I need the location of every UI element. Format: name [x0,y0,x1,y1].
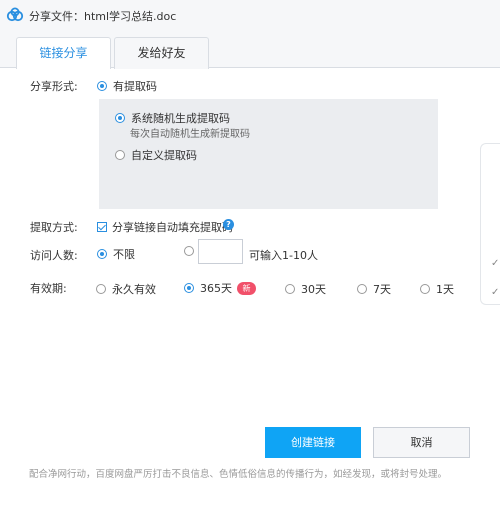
validity-1-label: 1天 [436,283,454,296]
validity-permanent-radio[interactable]: 永久有效 [96,281,156,297]
cancel-button[interactable]: 取消 [373,427,470,458]
visitors-unlimited-label: 不限 [113,248,135,261]
radio-indicator [420,284,430,294]
radio-indicator [97,249,107,259]
visitors-label: 访问人数: [30,249,78,262]
checkbox-indicator [97,222,107,232]
random-code-description: 每次自动随机生成新提取码 [130,129,250,140]
validity-7-label: 7天 [373,283,391,296]
validity-7-radio[interactable]: 7天 [357,281,391,297]
validity-label: 有效期: [30,282,67,295]
radio-indicator [357,284,367,294]
random-code-label: 系统随机生成提取码 [131,112,230,125]
autofill-code-label: 分享链接自动填充提取码 [112,221,233,234]
visitor-count-hint: 可输入1-10人 [249,249,318,262]
check-icon: ✓ [491,287,500,298]
tab-bar: 链接分享 发给好友 [0,30,500,69]
share-form-label: 分享形式: [30,80,78,93]
baidu-netdisk-logo-icon [6,7,24,22]
tab-send-to-friend[interactable]: 发给好友 [114,37,209,69]
radio-indicator [184,283,194,293]
footer-notice: 配合净网行动，百度网盘严厉打击不良信息、色情低俗信息的传播行为，如经发现，或将封… [29,469,448,480]
side-panel [480,143,500,305]
with-extract-code-label: 有提取码 [113,80,157,93]
custom-code-label: 自定义提取码 [131,149,197,162]
validity-permanent-label: 永久有效 [112,283,156,296]
autofill-code-checkbox[interactable]: 分享链接自动填充提取码 [97,219,233,235]
validity-365-radio[interactable]: 365天 新 [184,280,256,296]
radio-indicator [97,81,107,91]
random-code-radio[interactable]: 系统随机生成提取码 [115,110,230,126]
validity-30-label: 30天 [301,283,326,296]
check-icon: ✓ [491,258,500,269]
visitors-unlimited-radio[interactable]: 不限 [97,246,135,262]
radio-indicator [115,113,125,123]
title-bar: 分享文件：html学习总结.doc [0,0,500,30]
validity-1-radio[interactable]: 1天 [420,281,454,297]
validity-365-label: 365天 [200,282,232,295]
window-title: 分享文件：html学习总结.doc [29,10,177,23]
question-circle-icon[interactable]: ? [223,219,234,230]
new-badge: 新 [237,281,256,295]
radio-indicator [96,284,106,294]
tab-link-share[interactable]: 链接分享 [16,37,111,69]
radio-indicator [184,246,194,256]
with-extract-code-radio[interactable]: 有提取码 [97,78,157,94]
visitor-count-input[interactable] [198,239,243,264]
custom-code-radio[interactable]: 自定义提取码 [115,147,197,163]
create-link-button[interactable]: 创建链接 [265,427,361,458]
validity-30-radio[interactable]: 30天 [285,281,326,297]
radio-indicator [115,150,125,160]
radio-indicator [285,284,295,294]
extract-method-label: 提取方式: [30,221,78,234]
